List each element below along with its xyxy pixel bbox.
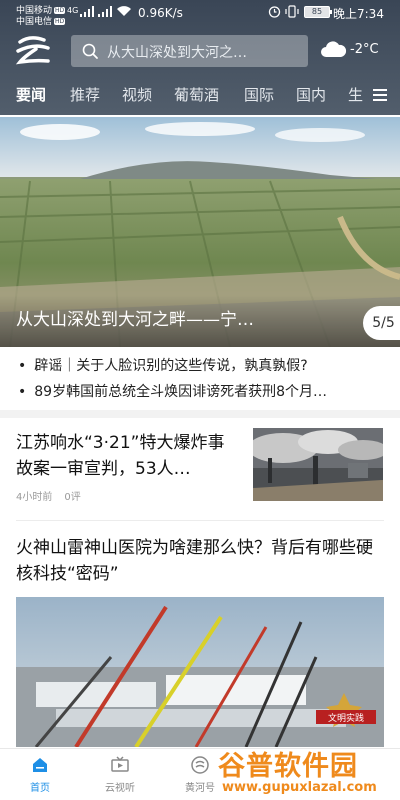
nav-yunshiting[interactable]: 云视听 [80,749,160,800]
news-time: 4小时前 [16,492,53,503]
headline-list: 辟谣｜关于人脸识别的这些传说，孰真孰假? 89岁韩国前总统全斗焕因诽谤死者获刑8… [0,350,400,408]
watermark-url: www.gupuxlazal.com [222,780,377,795]
tab-putaojiu[interactable]: 葡萄酒 [174,84,219,105]
network-speed: 0.96K/s [138,6,183,20]
search-bar[interactable]: 从大山深处到大河之… [71,35,308,67]
alarm-icon [268,6,281,18]
menu-icon[interactable] [373,89,387,101]
tab-yaowen[interactable]: 要闻 [16,84,46,105]
stamp-text: 文明实践 [328,712,364,724]
news-image[interactable]: 文明实践 [16,597,384,747]
site-watermark: 谷普软件园 www.gupuxlazal.com [218,742,400,800]
nav-home[interactable]: 首页 [0,749,80,800]
battery-indicator: 85 [304,6,332,18]
hero-title[interactable]: 从大山深处到大河之畔——宁… [16,305,356,330]
tab-guonei[interactable]: 国内 [296,84,326,105]
wifi-icon [117,6,131,16]
nav-label: 首页 [30,783,50,794]
news-title[interactable]: 江苏响水“3·21”特大爆炸事故案一审宣判，53人… [16,430,241,482]
top-bar: 中国移动 HD 中国电信 HD 4G 0.96K/s 85 晚上7:34 从大山深处… [0,0,400,115]
tab-tuijian[interactable]: 推荐 [70,84,100,105]
cloudy-icon[interactable] [319,38,347,60]
yellow-river-icon [191,756,209,774]
item-divider [16,520,384,521]
news-title[interactable]: 火神山雷神山医院为啥建那么快？背后有哪些硬核科技“密码” [16,535,384,587]
news-thumbnail[interactable] [253,428,383,501]
news-card[interactable]: 江苏响水“3·21”特大爆炸事故案一审宣判，53人… 4小时前 0评 [0,418,400,518]
tab-shipin[interactable]: 视频 [122,84,152,105]
comment-count: 0评 [64,492,81,503]
watermark-text: 谷普软件园 [218,751,358,782]
news-meta: 4小时前 0评 [16,488,81,503]
vibrate-icon [285,5,299,18]
search-icon [82,43,98,59]
list-item[interactable]: 辟谣｜关于人脸识别的这些传说，孰真孰假? [18,355,390,375]
tv-icon [111,756,129,772]
carousel-counter: 5/5 [363,306,400,340]
channel-tabs: 要闻 推荐 视频 葡萄酒 国际 国内 生 [0,84,400,112]
section-divider [0,410,400,418]
home-icon [33,758,47,772]
clock: 晚上7:34 [333,7,384,21]
tab-sheng[interactable]: 生 [348,84,363,105]
signal-icon [80,6,94,17]
carrier-secondary: 中国电信 HD [16,17,66,27]
signal-icon [98,6,112,17]
search-placeholder: 从大山深处到大河之… [107,45,247,61]
network-type: 4G [67,6,79,15]
tab-guoji[interactable]: 国际 [244,84,274,105]
app-logo-icon[interactable] [14,33,52,67]
temperature[interactable]: -2°C [350,42,379,57]
nav-label: 云视听 [105,783,135,794]
list-item[interactable]: 89岁韩国前总统全斗焕因诽谤死者获刑8个月… [18,381,390,401]
status-bar: 中国移动 HD 中国电信 HD 4G 0.96K/s 85 晚上7:34 [0,0,400,27]
